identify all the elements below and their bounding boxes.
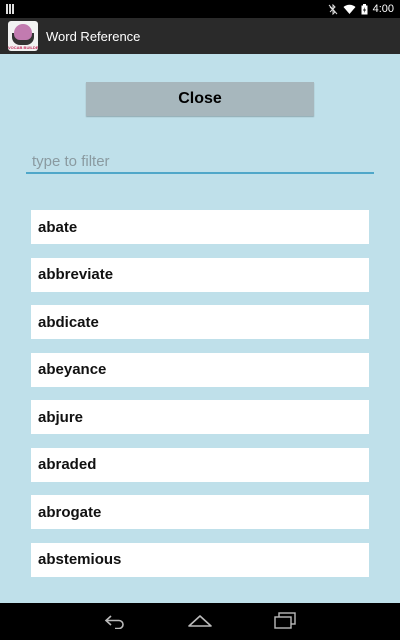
word-item-abraded[interactable]: abraded <box>31 447 369 482</box>
filter-input[interactable] <box>26 150 374 174</box>
word-item-abjure[interactable]: abjure <box>31 400 369 434</box>
word-item-abbreviate[interactable]: abbreviate <box>31 257 369 292</box>
close-button[interactable]: Close <box>86 82 314 116</box>
bluetooth-muted-icon <box>328 3 337 15</box>
word-list: abate abbreviate abdicate abeyance abjur… <box>31 210 369 590</box>
home-icon[interactable] <box>186 609 214 633</box>
battery-icon <box>361 3 368 14</box>
notification-icon <box>6 4 14 14</box>
recents-icon[interactable] <box>271 609 299 633</box>
back-icon[interactable] <box>101 609 129 633</box>
word-item-abrogate[interactable]: abrogate <box>31 495 369 529</box>
status-time: 4:00 <box>372 3 394 15</box>
wifi-icon <box>343 4 356 14</box>
status-bar: 4:00 <box>0 0 400 18</box>
word-item-abdicate[interactable]: abdicate <box>31 305 369 339</box>
action-bar: VOCAB BUILDER Word Reference <box>0 18 400 54</box>
word-item-abstemious[interactable]: abstemious <box>31 542 369 577</box>
app-title: Word Reference <box>46 28 141 44</box>
navigation-bar <box>0 603 400 640</box>
vocab-builder-brain-icon[interactable]: VOCAB BUILDER <box>8 21 38 51</box>
word-reference-screen: 4:00 VOCAB BUILDER Word Reference Close … <box>0 0 400 640</box>
word-item-abeyance[interactable]: abeyance <box>31 352 369 387</box>
app-icon-text: VOCAB BUILDER <box>8 45 38 50</box>
word-item-abate[interactable]: abate <box>31 210 369 244</box>
